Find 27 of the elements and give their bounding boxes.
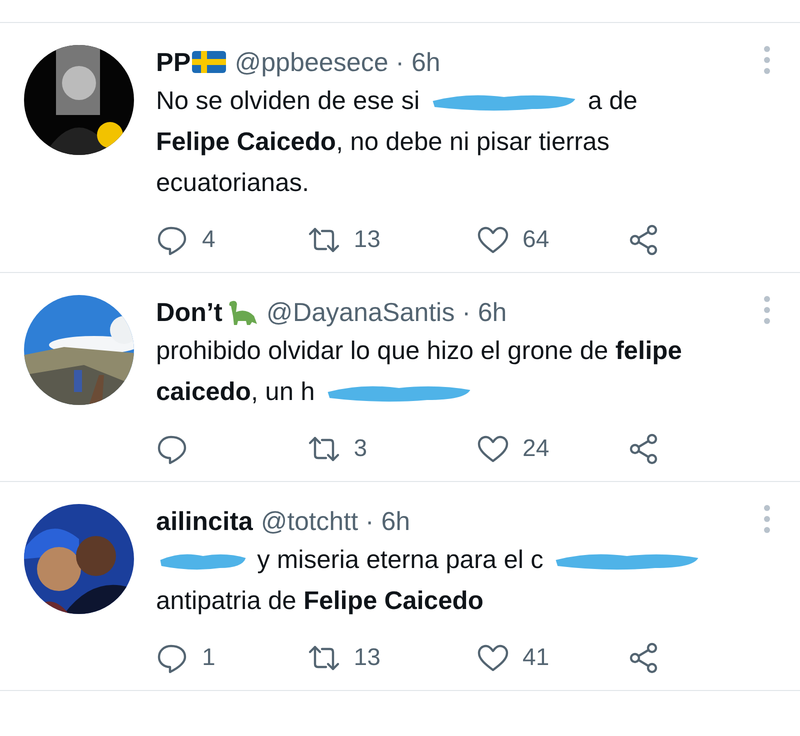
reply-count: 1 — [202, 644, 216, 672]
tweet-text: No se olviden de ese si — [156, 87, 420, 115]
heart-icon[interactable] — [476, 224, 509, 256]
heart-icon[interactable] — [476, 642, 509, 674]
reply-count: 4 — [202, 226, 216, 254]
display-name[interactable]: Don’t — [156, 295, 222, 329]
reply-icon[interactable] — [156, 224, 188, 256]
tweet-text: antipatria de Felipe Caicedo — [156, 587, 484, 615]
retweet-count: 13 — [354, 644, 380, 672]
tweet-text: y miseria eterna para el c — [257, 546, 544, 574]
tweet-text: prohibido olvidar lo que hizo el grone de felipe — [156, 337, 682, 365]
reply-icon[interactable] — [156, 433, 188, 465]
tweet-text: a de — [588, 87, 638, 115]
retweet-count: 3 — [354, 435, 368, 463]
handle-and-time: @totchtt · 6h — [260, 505, 410, 538]
display-name[interactable]: PP — [156, 45, 191, 79]
like-count: 24 — [522, 435, 550, 463]
like-count: 64 — [522, 226, 550, 254]
handle-and-time: @ppbeesece · 6h — [234, 46, 440, 79]
handle-and-time: @DayanaSantis · 6h — [266, 296, 507, 329]
display-name[interactable]: ailincita — [156, 504, 253, 538]
heart-icon[interactable] — [476, 433, 509, 465]
retweet-count: 13 — [354, 226, 380, 254]
tweet-text: caicedo, un h — [156, 378, 315, 406]
tweet-text: Felipe Caicedo, no debe ni pisar tierras ecuatorianas. — [156, 128, 610, 197]
reply-icon[interactable] — [156, 642, 188, 674]
like-count: 41 — [522, 644, 550, 672]
